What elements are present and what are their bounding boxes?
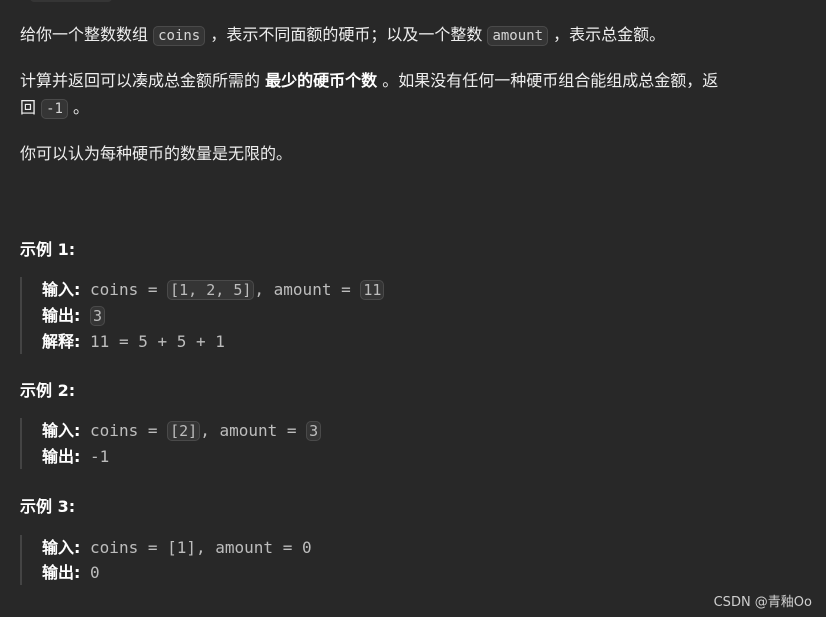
example-2-title: 示例 2: [20,381,76,400]
top-tag [30,0,112,2]
bold-text: 最少的硬币个数 [265,71,378,90]
text: ，表示总金额。 [548,25,666,44]
text: 。 [67,98,90,117]
text: , amount = [200,421,307,440]
inline-code: 3 [306,421,322,441]
description-p3: 你可以认为每种硬币的数量是无限的。 [20,144,293,163]
watermark: CSDN @青釉Oo [713,595,812,610]
explain-label: 解释: [42,332,81,351]
text: ，表示不同面额的硬币；以及一个整数 [205,25,488,44]
output-label: 输出: [42,563,81,582]
inline-code: -1 [41,99,68,119]
text: coins = [80,280,168,299]
description-p2: 计算并返回可以凑成总金额所需的 最少的硬币个数 。如果没有任何一种硬币组合能组成… [20,69,718,93]
text: coins = [80,421,168,440]
text: 回 [20,98,42,117]
example-3-block: 输入: coins = [1], amount = 0 输出: 0 [20,535,312,585]
inline-code: 11 [360,280,385,300]
input-label: 输入: [42,538,81,557]
output-text: -1 [80,447,110,466]
inline-code: coins [153,26,206,46]
output-text: 0 [80,563,100,582]
description-p1: 给你一个整数数组 coins ，表示不同面额的硬币；以及一个整数 amount … [20,23,665,48]
input-label: 输入: [42,280,81,299]
example-2-block: 输入: coins = [2], amount = 3 输出: -1 [20,418,322,469]
description-p2-cont: 回 -1 。 [20,96,89,121]
text: 。如果没有任何一种硬币组合能组成总金额，返 [377,71,719,90]
input-text: coins = [1], amount = 0 [80,538,312,557]
text: 给你一个整数数组 [20,25,154,44]
input-label: 输入: [42,421,81,440]
example-3-title: 示例 3: [20,497,76,516]
output-label: 输出: [42,447,81,466]
example-1-block: 输入: coins = [1, 2, 5], amount = 11 输出: 3… [20,277,385,354]
text: 计算并返回可以凑成总金额所需的 [20,71,266,90]
example-1-title: 示例 1: [20,240,76,259]
text: , amount = [254,280,361,299]
output-label: 输出: [42,306,81,325]
explain-text: 11 = 5 + 5 + 1 [80,332,225,351]
inline-code: [1, 2, 5] [167,280,255,300]
inline-code: [2] [167,421,201,441]
inline-code: 3 [90,306,106,326]
inline-code: amount [487,26,549,46]
